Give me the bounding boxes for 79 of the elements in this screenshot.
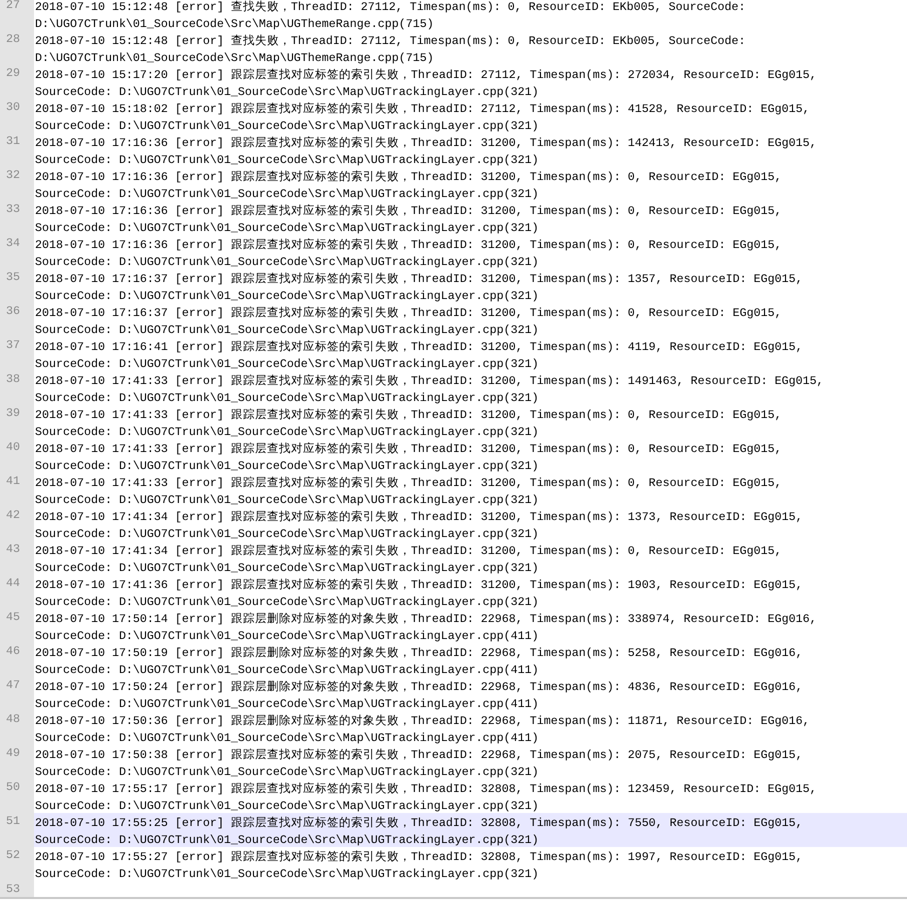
line-number: 29 [5, 65, 21, 82]
log-text: 2018-07-10 17:41:33 [error] 跟踪层查找对应标签的索引失败，ThreadID: 31200, Timespan(ms): 0, ResourceID: EGg015, [35, 476, 782, 490]
line-number: 48 [5, 711, 21, 728]
log-text: SourceCode: D:\UGO7CTrunk\01_SourceCode\Src\Map\UGTrackingLayer.cpp(411) [35, 731, 539, 745]
line-number: 45 [5, 609, 21, 626]
line-number: 30 [5, 99, 21, 116]
log-text: 2018-07-10 17:50:19 [error] 跟踪层删除对应标签的对象失败，ThreadID: 22968, Timespan(ms): 5258, ResourceID: EGg016, [35, 646, 803, 660]
log-text: SourceCode: D:\UGO7CTrunk\01_SourceCode\Src\Map\UGTrackingLayer.cpp(321) [35, 85, 539, 99]
line-number: 40 [5, 439, 21, 456]
log-text: SourceCode: D:\UGO7CTrunk\01_SourceCode\Src\Map\UGTrackingLayer.cpp(321) [35, 153, 539, 167]
line-number: 46 [5, 643, 21, 660]
log-text: SourceCode: D:\UGO7CTrunk\01_SourceCode\Src\Map\UGTrackingLayer.cpp(411) [35, 663, 539, 677]
line-number: 38 [5, 371, 21, 388]
log-text: SourceCode: D:\UGO7CTrunk\01_SourceCode\Src\Map\UGTrackingLayer.cpp(321) [35, 493, 539, 507]
log-text: SourceCode: D:\UGO7CTrunk\01_SourceCode\Src\Map\UGTrackingLayer.cpp(411) [35, 697, 539, 711]
log-text: SourceCode: D:\UGO7CTrunk\01_SourceCode\Src\Map\UGTrackingLayer.cpp(321) [35, 425, 539, 439]
log-text: 2018-07-10 15:17:20 [error] 跟踪层查找对应标签的索引失败，ThreadID: 27112, Timespan(ms): 272034, ResourceID: EGg015, [35, 68, 817, 82]
log-text: SourceCode: D:\UGO7CTrunk\01_SourceCode\Src\Map\UGTrackingLayer.cpp(321) [35, 221, 539, 235]
log-text: SourceCode: D:\UGO7CTrunk\01_SourceCode\Src\Map\UGTrackingLayer.cpp(321) [35, 391, 539, 405]
log-text: 2018-07-10 17:41:34 [error] 跟踪层查找对应标签的索引失败，ThreadID: 31200, Timespan(ms): 0, ResourceID: EGg015, [35, 544, 782, 558]
log-text: D:\UGO7CTrunk\01_SourceCode\Src\Map\UGThemeRange.cpp(715) [35, 51, 434, 65]
line-number: 33 [5, 201, 21, 218]
log-text: 2018-07-10 17:41:34 [error] 跟踪层查找对应标签的索引失败，ThreadID: 31200, Timespan(ms): 1373, ResourceID: EGg015, [35, 510, 803, 524]
log-text: 2018-07-10 15:12:48 [error] 查找失败，ThreadID: 27112, Timespan(ms): 0, ResourceID: EKb005, SourceCode: [35, 0, 746, 14]
log-text: SourceCode: D:\UGO7CTrunk\01_SourceCode\Src\Map\UGTrackingLayer.cpp(321) [35, 119, 539, 133]
log-text: 2018-07-10 17:41:33 [error] 跟踪层查找对应标签的索引失败，ThreadID: 31200, Timespan(ms): 0, ResourceID: EGg015, [35, 408, 782, 422]
line-number: 39 [5, 405, 21, 422]
log-text: SourceCode: D:\UGO7CTrunk\01_SourceCode\Src\Map\UGTrackingLayer.cpp(321) [35, 527, 539, 541]
line-number: 52 [5, 847, 21, 864]
log-text: SourceCode: D:\UGO7CTrunk\01_SourceCode\Src\Map\UGTrackingLayer.cpp(321) [35, 187, 539, 201]
log-text: 2018-07-10 17:55:25 [error] 跟踪层查找对应标签的索引失败，ThreadID: 32808, Timespan(ms): 7550, ResourceID: EGg015, [35, 816, 803, 830]
line-number: 53 [5, 881, 21, 897]
log-text: SourceCode: D:\UGO7CTrunk\01_SourceCode\Src\Map\UGTrackingLayer.cpp(321) [35, 799, 539, 813]
log-text: 2018-07-10 17:16:41 [error] 跟踪层查找对应标签的索引失败，ThreadID: 31200, Timespan(ms): 4119, ResourceID: EGg015, [35, 340, 803, 354]
line-number: 51 [5, 813, 21, 830]
log-text: 2018-07-10 17:16:37 [error] 跟踪层查找对应标签的索引失败，ThreadID: 31200, Timespan(ms): 1357, ResourceID: EGg015, [35, 272, 803, 286]
log-text: 2018-07-10 17:16:36 [error] 跟踪层查找对应标签的索引失败，ThreadID: 31200, Timespan(ms): 0, ResourceID: EGg015, [35, 238, 782, 252]
log-text: 2018-07-10 17:41:36 [error] 跟踪层查找对应标签的索引失败，ThreadID: 31200, Timespan(ms): 1903, ResourceID: EGg015, [35, 578, 803, 592]
line-number: 31 [5, 133, 21, 150]
log-text: SourceCode: D:\UGO7CTrunk\01_SourceCode\Src\Map\UGTrackingLayer.cpp(321) [35, 561, 539, 575]
log-text: 2018-07-10 17:41:33 [error] 跟踪层查找对应标签的索引失败，ThreadID: 31200, Timespan(ms): 0, ResourceID: EGg015, [35, 442, 782, 456]
log-text: 2018-07-10 17:16:36 [error] 跟踪层查找对应标签的索引失败，ThreadID: 31200, Timespan(ms): 0, ResourceID: EGg015, [35, 204, 782, 218]
line-number: 37 [5, 337, 21, 354]
log-text: 2018-07-10 17:16:36 [error] 跟踪层查找对应标签的索引失败，ThreadID: 31200, Timespan(ms): 142413, ResourceID: EGg015, [35, 136, 817, 150]
line-number: 42 [5, 507, 21, 524]
log-text: SourceCode: D:\UGO7CTrunk\01_SourceCode\Src\Map\UGTrackingLayer.cpp(411) [35, 629, 539, 643]
log-text: SourceCode: D:\UGO7CTrunk\01_SourceCode\Src\Map\UGTrackingLayer.cpp(321) [35, 289, 539, 303]
log-text: 2018-07-10 17:16:36 [error] 跟踪层查找对应标签的索引失败，ThreadID: 31200, Timespan(ms): 0, ResourceID: EGg015, [35, 170, 782, 184]
line-number: 50 [5, 779, 21, 796]
line-number: 44 [5, 575, 21, 592]
log-text: 2018-07-10 17:41:33 [error] 跟踪层查找对应标签的索引失败，ThreadID: 31200, Timespan(ms): 1491463, ResourceID: EGg015, [35, 374, 824, 388]
line-number: 35 [5, 269, 21, 286]
line-number: 27 [5, 0, 21, 14]
log-text: 2018-07-10 17:50:38 [error] 跟踪层查找对应标签的索引失败，ThreadID: 22968, Timespan(ms): 2075, ResourceID: EGg015, [35, 748, 803, 762]
log-text: SourceCode: D:\UGO7CTrunk\01_SourceCode\Src\Map\UGTrackingLayer.cpp(321) [35, 323, 539, 337]
log-text: SourceCode: D:\UGO7CTrunk\01_SourceCode\Src\Map\UGTrackingLayer.cpp(321) [35, 459, 539, 473]
log-text: SourceCode: D:\UGO7CTrunk\01_SourceCode\Src\Map\UGTrackingLayer.cpp(321) [35, 357, 539, 371]
log-text: SourceCode: D:\UGO7CTrunk\01_SourceCode\Src\Map\UGTrackingLayer.cpp(321) [35, 595, 539, 609]
log-text: SourceCode: D:\UGO7CTrunk\01_SourceCode\Src\Map\UGTrackingLayer.cpp(321) [35, 867, 539, 881]
log-text: 2018-07-10 15:12:48 [error] 查找失败，ThreadID: 27112, Timespan(ms): 0, ResourceID: EKb005, SourceCode: [35, 34, 746, 48]
line-number: 36 [5, 303, 21, 320]
line-number: 41 [5, 473, 21, 490]
log-text: 2018-07-10 15:18:02 [error] 跟踪层查找对应标签的索引失败，ThreadID: 27112, Timespan(ms): 41528, ResourceID: EGg015, [35, 102, 810, 116]
log-text: 2018-07-10 17:50:24 [error] 跟踪层删除对应标签的对象失败，ThreadID: 22968, Timespan(ms): 4836, ResourceID: EGg016, [35, 680, 803, 694]
log-text: 2018-07-10 17:55:27 [error] 跟踪层查找对应标签的索引失败，ThreadID: 32808, Timespan(ms): 1997, ResourceID: EGg015, [35, 850, 803, 864]
log-text: 2018-07-10 17:50:36 [error] 跟踪层删除对应标签的对象失败，ThreadID: 22968, Timespan(ms): 11871, ResourceID: EGg016, [35, 714, 810, 728]
line-number: 28 [5, 31, 21, 48]
log-text: SourceCode: D:\UGO7CTrunk\01_SourceCode\Src\Map\UGTrackingLayer.cpp(321) [35, 833, 539, 847]
line-number: 43 [5, 541, 21, 558]
log-text: D:\UGO7CTrunk\01_SourceCode\Src\Map\UGThemeRange.cpp(715) [35, 17, 434, 31]
log-text: SourceCode: D:\UGO7CTrunk\01_SourceCode\Src\Map\UGTrackingLayer.cpp(321) [35, 765, 539, 779]
line-number: 47 [5, 677, 21, 694]
line-number: 34 [5, 235, 21, 252]
log-text: 2018-07-10 17:55:17 [error] 跟踪层查找对应标签的索引失败，ThreadID: 32808, Timespan(ms): 123459, ResourceID: EGg015, [35, 782, 817, 796]
line-number: 32 [5, 167, 21, 184]
log-text: 2018-07-10 17:50:14 [error] 跟踪层删除对应标签的对象失败，ThreadID: 22968, Timespan(ms): 338974, ResourceID: EGg016, [35, 612, 817, 626]
log-text: 2018-07-10 17:16:37 [error] 跟踪层查找对应标签的索引失败，ThreadID: 31200, Timespan(ms): 0, ResourceID: EGg015, [35, 306, 782, 320]
line-number: 49 [5, 745, 21, 762]
log-text: SourceCode: D:\UGO7CTrunk\01_SourceCode\Src\Map\UGTrackingLayer.cpp(321) [35, 255, 539, 269]
